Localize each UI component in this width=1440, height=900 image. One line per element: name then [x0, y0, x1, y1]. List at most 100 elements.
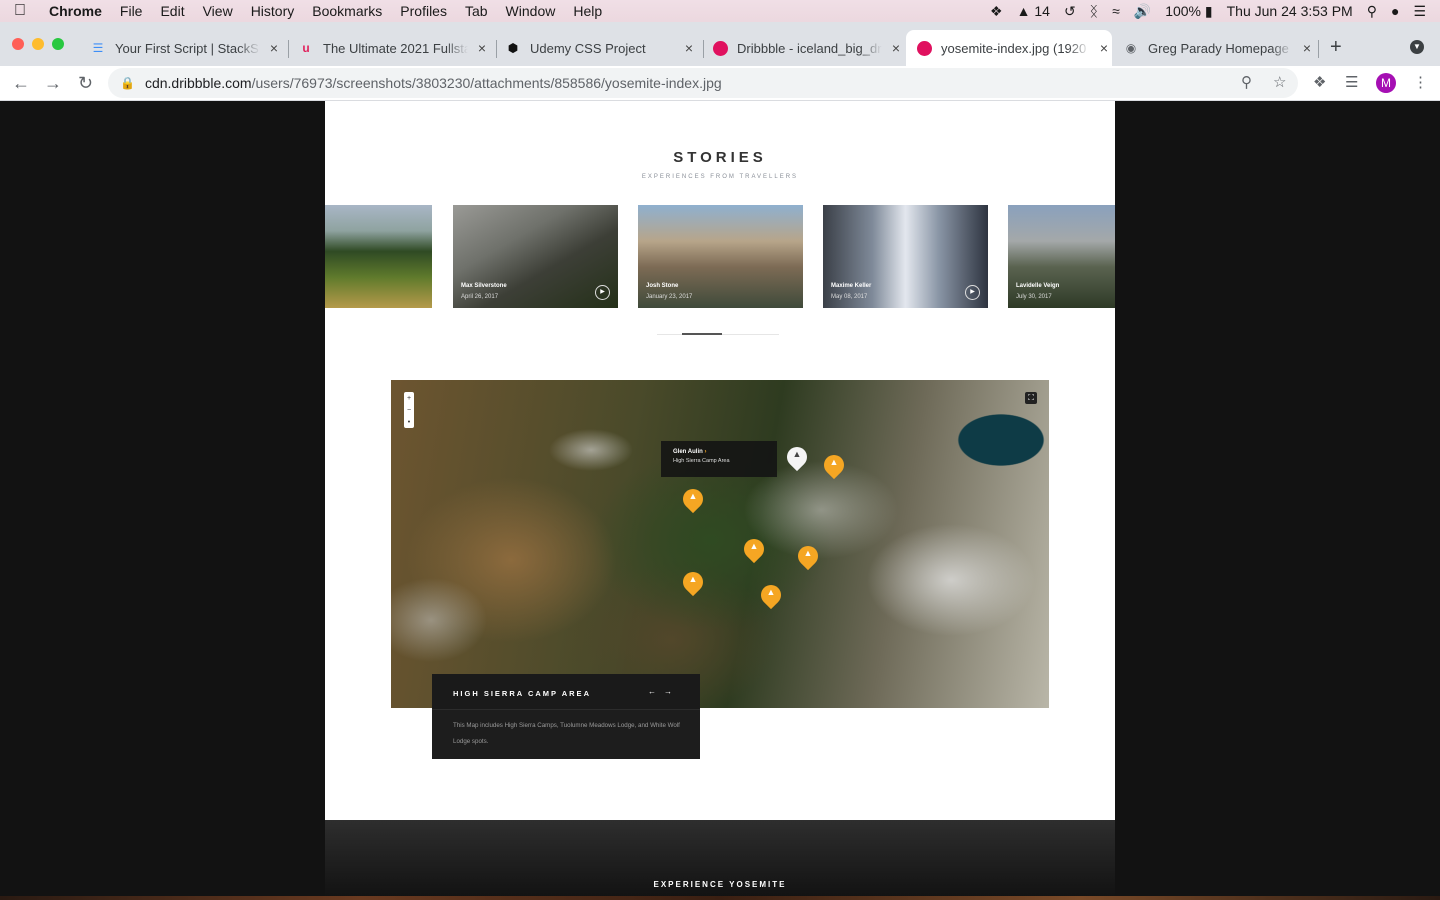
chrome-menu-icon[interactable]: ⋮	[1413, 73, 1428, 91]
close-tab-icon[interactable]: ×	[1096, 40, 1112, 56]
zoom-window-button[interactable]	[52, 38, 64, 50]
lock-icon[interactable]: 🔒	[120, 76, 135, 90]
dribbble-icon	[916, 40, 932, 56]
camp-marker[interactable]: ▲	[756, 580, 786, 610]
story-card[interactable]: Maxime Keller May 08, 2017 ▶	[823, 205, 988, 308]
dribbble-icon	[712, 40, 728, 56]
extensions-puzzle-icon[interactable]: ❖	[1313, 73, 1326, 91]
siri-icon[interactable]: ●	[1391, 3, 1399, 19]
tent-icon: ▲	[829, 457, 839, 467]
new-tab-button[interactable]: +	[1330, 36, 1342, 59]
camp-area-panel: HIGH SIERRA CAMP AREA ←→ This Map includ…	[432, 674, 700, 759]
tab-dribbble-iceland[interactable]: Dribbble - iceland_big_dribbble ×	[704, 30, 904, 66]
background-strip	[0, 896, 1440, 900]
minimize-window-button[interactable]	[32, 38, 44, 50]
tab-udemy-css[interactable]: ⬢ Udemy CSS Project ×	[497, 30, 697, 66]
map-zoom-controls: + − •	[404, 392, 414, 428]
battery-status[interactable]: 100% ▮	[1165, 3, 1212, 20]
zoom-out-button[interactable]: −	[404, 407, 414, 414]
address-bar[interactable]: 🔒 cdn.dribbble.com/users/76973/screensho…	[108, 68, 1298, 98]
volume-icon[interactable]: 🔊	[1134, 3, 1151, 20]
panel-title: HIGH SIERRA CAMP AREA	[453, 689, 591, 698]
profile-avatar[interactable]: M	[1376, 73, 1396, 93]
url-host: cdn.dribbble.com	[144, 75, 252, 91]
browser-toolbar: ← → ↻ 🔒 cdn.dribbble.com/users/76973/scr…	[0, 66, 1440, 101]
panel-description: This Map includes High Sierra Camps, Tuo…	[453, 722, 680, 745]
tab-search-icon[interactable]: ▼	[1410, 40, 1424, 54]
status-area: ❖ ▲ 14 ↺ ᛝ ≈ 🔊 100% ▮ Thu Jun 24 3:53 PM…	[990, 3, 1440, 20]
tab-title: The Ultimate 2021 Fullstack	[323, 40, 468, 56]
reload-icon[interactable]: ↻	[78, 73, 93, 94]
close-tab-icon[interactable]: ×	[474, 40, 490, 56]
play-icon[interactable]: ▶	[965, 285, 980, 300]
story-date: April 26, 2017	[461, 294, 499, 300]
camp-marker[interactable]: ▲	[793, 541, 823, 571]
menu-bookmarks[interactable]: Bookmarks	[303, 3, 391, 19]
fullscreen-icon[interactable]: ⛶	[1025, 392, 1037, 404]
bookmark-star-icon[interactable]: ☆	[1273, 73, 1286, 91]
clock[interactable]: Thu Jun 24 3:53 PM	[1227, 3, 1353, 19]
camp-marker[interactable]: ▲	[678, 484, 708, 514]
story-author: Josh Stone	[646, 283, 679, 289]
close-tab-icon[interactable]: ×	[888, 40, 904, 56]
tab-greg-parady[interactable]: ◉ Greg Parady Homepage ×	[1115, 30, 1315, 66]
camp-marker[interactable]: ▲	[819, 450, 849, 480]
time-machine-icon[interactable]: ↺	[1064, 3, 1076, 20]
wifi-icon[interactable]: ≈	[1112, 3, 1120, 19]
menu-tab[interactable]: Tab	[456, 3, 497, 19]
story-card[interactable]	[325, 205, 432, 308]
close-tab-icon[interactable]: ×	[681, 40, 697, 56]
tab-stackskills[interactable]: ☰ Your First Script | StackSkills ×	[82, 30, 282, 66]
close-tab-icon[interactable]: ×	[1299, 40, 1315, 56]
close-tab-icon[interactable]: ×	[266, 40, 282, 56]
story-card[interactable]: Lavidelle Veign July 30, 2017	[1008, 205, 1115, 308]
menu-view[interactable]: View	[194, 3, 242, 19]
zoom-in-button[interactable]: +	[404, 395, 414, 402]
menu-file[interactable]: File	[111, 3, 152, 19]
zoom-icon[interactable]: ⚲	[1241, 73, 1252, 91]
bluetooth-icon[interactable]: ᛝ	[1090, 3, 1098, 19]
back-arrow-icon[interactable]: ←	[12, 73, 30, 94]
story-author: Maxime Keller	[831, 283, 872, 289]
menu-app-chrome[interactable]: Chrome	[40, 3, 111, 19]
stories-heading: STORIES	[673, 149, 767, 166]
camp-marker[interactable]: ▲	[739, 534, 769, 564]
close-window-button[interactable]	[12, 38, 24, 50]
menu-help[interactable]: Help	[564, 3, 611, 19]
window-controls	[12, 38, 64, 50]
battery-percent: 100%	[1165, 2, 1202, 19]
tab-udemy-fullstack[interactable]: u The Ultimate 2021 Fullstack ×	[290, 30, 490, 66]
zoom-reset-button[interactable]: •	[404, 419, 414, 426]
menu-window[interactable]: Window	[497, 3, 565, 19]
reading-list-icon[interactable]: ☰	[1345, 73, 1358, 91]
tooltip-subtitle: High Sierra Camp Area	[673, 458, 730, 464]
apple-menu-icon[interactable]: 	[0, 2, 40, 20]
tab-yosemite-active[interactable]: yosemite-index.jpg (1920 ×	[906, 30, 1112, 66]
tent-icon: ▲	[792, 449, 802, 459]
camp-marker[interactable]: ▲	[678, 567, 708, 597]
story-card[interactable]: Max Silverstone April 26, 2017 ▶	[453, 205, 618, 308]
forward-arrow-icon[interactable]: →	[44, 73, 62, 94]
play-icon[interactable]: ▶	[595, 285, 610, 300]
story-card[interactable]: Josh Stone January 23, 2017	[638, 205, 803, 308]
adobe-status[interactable]: ▲ 14	[1017, 3, 1050, 19]
camp-marker-selected[interactable]: ▲	[782, 442, 812, 472]
prev-arrow-icon[interactable]: ←	[648, 687, 664, 696]
tab-divider	[1318, 40, 1319, 58]
menu-edit[interactable]: Edit	[151, 3, 193, 19]
spotlight-search-icon[interactable]: ⚲	[1367, 3, 1377, 20]
story-date: January 23, 2017	[646, 294, 693, 300]
menu-history[interactable]: History	[242, 3, 304, 19]
story-date: May 08, 2017	[831, 294, 868, 300]
menu-profiles[interactable]: Profiles	[391, 3, 456, 19]
macos-menu-bar:  Chrome File Edit View History Bookmark…	[0, 0, 1440, 22]
satellite-map[interactable]: + − • ⛶ Glen Aulin › High Sierra Camp Ar…	[391, 380, 1049, 708]
adobe-icon: ▲	[1016, 3, 1031, 19]
control-center-icon[interactable]: ☰	[1413, 3, 1426, 20]
carousel-indicator[interactable]	[682, 333, 722, 335]
next-arrow-icon[interactable]: →	[664, 687, 680, 696]
tent-icon: ▲	[688, 574, 698, 584]
experience-section: EXPERIENCE YOSEMITE	[325, 820, 1115, 900]
tooltip-arrow-icon[interactable]: ›	[704, 449, 706, 455]
dropbox-icon[interactable]: ❖	[990, 3, 1003, 20]
